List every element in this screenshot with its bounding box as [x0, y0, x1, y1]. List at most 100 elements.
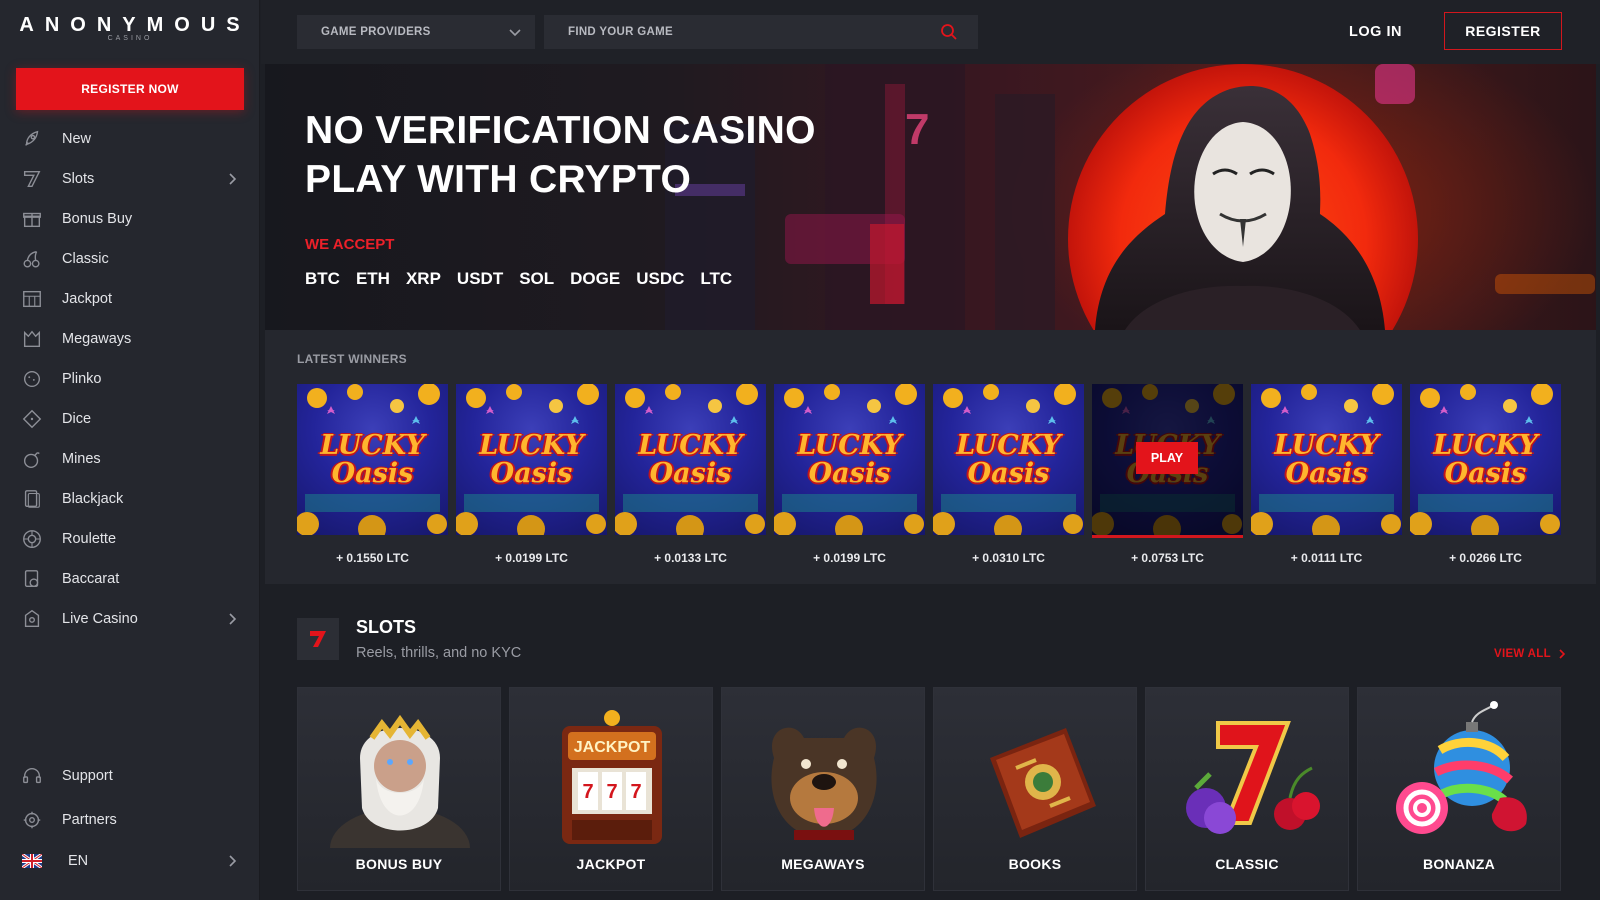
winner-card[interactable]: LUCKY OasisPLAY + 0.0753 LTC — [1092, 384, 1243, 565]
sidebar-icon-wrap — [20, 367, 44, 391]
sidebar-nav: New Slots Bonus Buy Classic Jackpot Megaways P… — [0, 119, 260, 639]
sidebar-item-blackjack[interactable]: Blackjack — [0, 479, 260, 519]
slot-category-bonanza[interactable]: BONANZA — [1357, 687, 1561, 891]
seven-icon — [23, 170, 41, 188]
slot-category-label: BONUS BUY — [355, 856, 443, 872]
game-thumbnail[interactable]: LUCKY Oasis — [456, 384, 607, 535]
sidebar-item-roulette[interactable]: Roulette — [0, 519, 260, 559]
winner-card[interactable]: LUCKY Oasis + 0.0133 LTC — [615, 384, 766, 565]
game-thumbnail[interactable]: LUCKY Oasis — [1410, 384, 1561, 535]
gift-icon — [23, 212, 41, 228]
game-title-text: LUCKY Oasis — [479, 430, 584, 489]
sidebar-item-classic[interactable]: Classic — [0, 239, 260, 279]
game-thumbnail[interactable]: LUCKY Oasis — [615, 384, 766, 535]
svg-text:7: 7 — [630, 781, 641, 803]
winner-card[interactable]: LUCKY Oasis + 0.0199 LTC — [456, 384, 607, 565]
dog-icon — [771, 727, 877, 840]
sidebar-icon-wrap — [20, 808, 44, 832]
winner-card[interactable]: LUCKY Oasis + 0.0111 LTC — [1251, 384, 1402, 565]
game-title-text: LUCKY Oasis — [1433, 430, 1538, 489]
winner-card[interactable]: LUCKY Oasis + 0.0310 LTC — [933, 384, 1084, 565]
game-title-text: LUCKY Oasis — [797, 430, 902, 489]
book-icon — [990, 728, 1096, 838]
slot-category-bonus-buy[interactable]: BONUS BUY — [297, 687, 501, 891]
register-now-button[interactable]: REGISTER NOW — [16, 68, 244, 110]
login-button[interactable]: LOG IN — [1349, 18, 1402, 46]
logo[interactable]: ANONYMOUS CASINO — [0, 14, 260, 42]
coin-doge: DOGE — [570, 269, 621, 288]
slot-category-jackpot[interactable]: 7 7 7 JACKPOT JACKPOT — [509, 687, 713, 891]
game-thumbnail[interactable]: LUCKY Oasis — [933, 384, 1084, 535]
slots-section-subtitle: Reels, thrills, and no KYC — [356, 645, 522, 661]
sidebar-item-baccarat[interactable]: Baccarat — [0, 559, 260, 599]
sidebar-item-bonus-buy[interactable]: Bonus Buy — [0, 199, 260, 239]
winner-card[interactable]: LUCKY Oasis + 0.0199 LTC — [774, 384, 925, 565]
sidebar-item-label: Classic — [62, 251, 109, 267]
hero-banner[interactable]: 7 NO VERIFICATION CASINO PLAY WITH CRYPT… — [265, 64, 1596, 330]
play-button[interactable]: PLAY — [1136, 442, 1198, 474]
slot-category-label: CLASSIC — [1215, 856, 1279, 872]
logo-wordmark: ANONYMOUS — [19, 14, 251, 36]
slot-category-books[interactable]: BOOKS — [933, 687, 1137, 891]
sidebar-item-label: Slots — [62, 171, 95, 187]
slot-category-label: BOOKS — [1008, 856, 1062, 872]
sidebar-item-label: Support — [62, 768, 113, 784]
slot-category-megaways[interactable]: MEGAWAYS — [721, 687, 925, 891]
winner-card[interactable]: LUCKY Oasis + 0.0266 LTC — [1410, 384, 1561, 565]
winner-amount: + 0.0133 LTC — [654, 551, 727, 565]
search-input[interactable]: FIND YOUR GAME — [544, 15, 978, 49]
winner-card[interactable]: LUCKY Oasis + 0.1550 LTC — [297, 384, 448, 565]
sidebar-item-jackpot[interactable]: Jackpot — [0, 279, 260, 319]
sidebar-icon-wrap — [20, 567, 44, 591]
winner-amount: + 0.0266 LTC — [1449, 551, 1522, 565]
svg-text:7: 7 — [606, 781, 617, 803]
sidebar: ANONYMOUS CASINO REGISTER NOW New Slots Bo… — [0, 0, 260, 900]
accepted-coins-list: BTC ETH XRP USDT SOL DOGE USDC LTC — [305, 269, 732, 289]
hero-title: NO VERIFICATION CASINO PLAY WITH CRYPTO — [305, 106, 816, 204]
sidebar-item-plinko[interactable]: Plinko — [0, 359, 260, 399]
sidebar-item-label: Roulette — [62, 531, 117, 547]
game-providers-dropdown[interactable]: GAME PROVIDERS — [297, 15, 535, 49]
game-thumbnail[interactable]: LUCKY Oasis — [297, 384, 448, 535]
winner-amount: + 0.0753 LTC — [1131, 551, 1204, 565]
sidebar-item-label: Baccarat — [62, 571, 120, 587]
register-button[interactable]: REGISTER — [1444, 12, 1562, 50]
view-all-slots-link[interactable]: VIEW ALL — [1494, 648, 1567, 660]
sidebar-icon-wrap — [20, 764, 44, 788]
sidebar-item-partners[interactable]: Partners — [0, 798, 260, 842]
chevron-right-icon — [1559, 649, 1566, 659]
sidebar-icon-wrap — [20, 527, 44, 551]
latest-winners-list: LUCKY Oasis + 0.1550 LTC LUCKY Oasis + 0.01… — [297, 384, 1561, 565]
winner-amount: + 0.1550 LTC — [336, 551, 409, 565]
sidebar-item-label: Plinko — [62, 371, 102, 387]
game-thumbnail[interactable]: LUCKY Oasis — [774, 384, 925, 535]
game-title-text: LUCKY Oasis — [956, 430, 1061, 489]
game-title-text: LUCKY Oasis — [638, 430, 743, 489]
sidebar-item-slots[interactable]: Slots — [0, 159, 260, 199]
game-thumbnail[interactable]: LUCKY Oasis — [1251, 384, 1402, 535]
slot-category-classic[interactable]: CLASSIC — [1145, 687, 1349, 891]
headset-icon — [23, 768, 41, 784]
sidebar-item-mines[interactable]: Mines — [0, 439, 260, 479]
sidebar-item-label: Jackpot — [62, 291, 112, 307]
hover-underline — [1092, 535, 1243, 538]
seven-icon — [310, 631, 326, 647]
coin-ltc: LTC — [700, 269, 733, 288]
sidebar-item-support[interactable]: Support — [0, 754, 260, 798]
sidebar-item-label: Live Casino — [62, 611, 138, 627]
sidebar-item-label: Megaways — [62, 331, 132, 347]
sidebar-item-new[interactable]: New — [0, 119, 260, 159]
sidebar-item-live-casino[interactable]: Live Casino — [0, 599, 260, 639]
chevron-right-icon — [229, 173, 237, 185]
winner-thumb-wrap: LUCKY Oasis — [615, 384, 766, 535]
chevron-down-icon — [509, 29, 521, 37]
sidebar-item-megaways[interactable]: Megaways — [0, 319, 260, 359]
search-icon[interactable] — [940, 23, 958, 41]
sidebar-item-dice[interactable]: Dice — [0, 399, 260, 439]
rocket-icon — [25, 130, 39, 146]
sidebar-item-label: Dice — [62, 411, 92, 427]
slot-category-label: MEGAWAYS — [781, 856, 865, 872]
winner-thumb-wrap: LUCKY Oasis — [456, 384, 607, 535]
language-selector[interactable]: EN — [0, 841, 260, 881]
sidebar-item-label: Bonus Buy — [62, 211, 133, 227]
